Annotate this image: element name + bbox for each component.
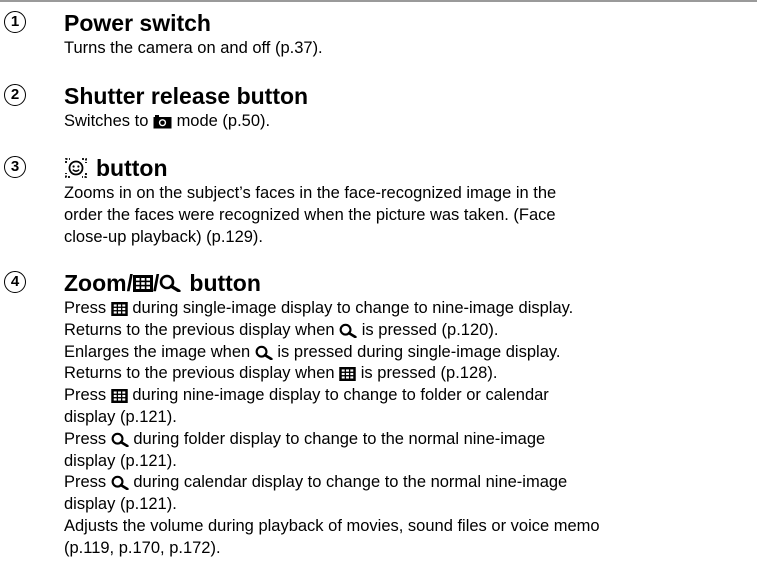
title-suffix: button [189,270,261,296]
item-description: Press during single-image display to cha… [64,298,754,560]
camera-icon [153,114,172,129]
zoom-icon [255,345,273,360]
face-recognition-icon [64,157,88,179]
line-post: during calendar display to change to the… [133,473,568,492]
line-pre: Press [64,429,107,448]
line-post: is pressed (p.128). [360,364,498,383]
top-rule [0,0,757,2]
item-title: Zoom/ / button [64,270,261,296]
line-pre: Press [64,473,107,492]
zoom-icon [339,323,357,338]
thumbnail-icon [133,274,153,292]
description-line: close-up playback) (p.129). [64,227,264,246]
item-number: 3 [4,156,26,178]
description-line: display (p.121). [64,495,177,514]
title-prefix: Zoom/ [64,270,133,296]
item-title: Power switch [64,10,211,36]
description-line: Turns the camera on and off (p.37). [64,39,323,57]
description-line: Press during calendar display to change … [64,472,754,494]
item-description: Switches to mode (p.50). [64,111,754,133]
line-post: is pressed during single-image display. [277,342,561,361]
thumbnail-icon [111,389,128,404]
description-line: Press during nine-image display to chang… [64,385,754,407]
line-post: during nine-image display to change to f… [132,386,549,405]
description-line: (p.119, p.170, p.172). [64,538,221,557]
line-pre: Returns to the previous display when [64,364,335,383]
line-pre: Switches to [64,112,149,130]
description-line: Returns to the previous display when is … [64,363,754,385]
thumbnail-icon [111,302,128,316]
line-post: during single-image display to change to… [132,299,574,317]
line-post: during folder display to change to the n… [133,429,546,448]
item-description: Zooms in on the subject’s faces in the f… [64,183,754,248]
item-title-text: button [96,155,168,181]
description-line: display (p.121). [64,407,177,426]
line-pre: Press [64,386,107,405]
description-line: Press during single-image display to cha… [64,298,754,320]
zoom-icon [159,274,181,292]
description-line: Press during folder display to change to… [64,429,754,451]
item-title: button [64,155,168,181]
description-line: Switches to mode (p.50). [64,111,754,133]
line-post: is pressed (p.120). [361,320,499,339]
zoom-icon [111,475,129,491]
item-title: Shutter release button [64,83,309,109]
item-number: 1 [4,11,26,33]
line-pre: Press [64,299,107,317]
line-pre: Enlarges the image when [64,342,251,361]
thumbnail-icon [339,367,356,382]
line-post: mode (p.50). [176,112,271,130]
line-pre: Returns to the previous display when [64,320,335,339]
item-number: 2 [4,84,26,106]
description-line: Zooms in on the subject’s faces in the f… [64,184,557,202]
description-line: Returns to the previous display when is … [64,320,754,342]
description-line: order the faces were recognized when the… [64,205,556,224]
description-line: Adjusts the volume during playback of mo… [64,516,600,535]
description-line: Enlarges the image when is pressed durin… [64,342,754,364]
item-description: Turns the camera on and off (p.37). [64,38,754,60]
zoom-icon [111,432,129,447]
item-number: 4 [4,271,26,293]
description-line: display (p.121). [64,451,177,470]
